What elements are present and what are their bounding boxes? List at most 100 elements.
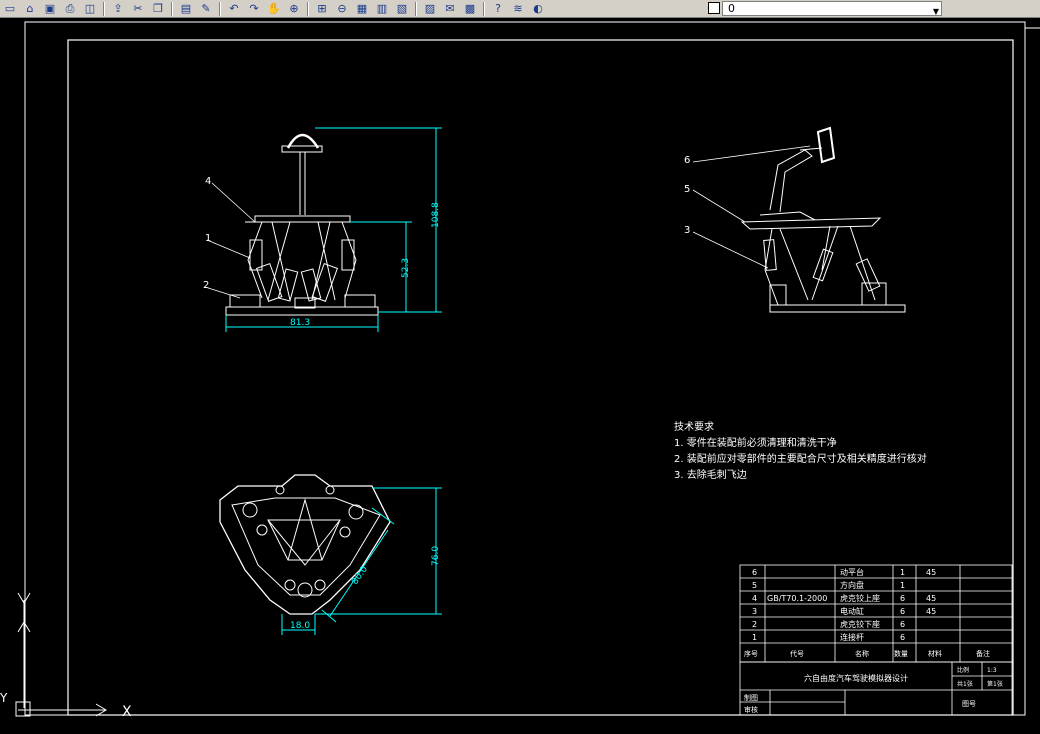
layer-color-swatch[interactable] <box>708 2 720 14</box>
top-height-dim: 76.0 <box>431 546 441 566</box>
title-block-title: 六自由度汽车驾驶模拟器设计 <box>804 673 908 683</box>
toolbar-separator <box>415 1 417 16</box>
tech-req-item-2: 2. 装配前应对零部件的主要配合尺寸及相关精度进行核对 <box>674 452 927 465</box>
drawing-canvas[interactable]: 81.3 108.8 52.3 4 1 2 6 5 3 76.0 80.0 18… <box>0 18 1040 734</box>
bom-cell: 1 <box>752 633 757 642</box>
bom-cell: 1 <box>900 581 905 590</box>
bom-cell: GB/T70.1-2000 <box>767 594 827 603</box>
viewport-border <box>24 21 1026 716</box>
bom-header-material: 材料 <box>928 649 942 658</box>
front-width-dim: 81.3 <box>290 318 310 328</box>
bom-cell: 虎克铰下座 <box>840 619 880 629</box>
ucs-x-label: X <box>122 704 132 720</box>
bom-header: 序号 代号 名称 数量 材料 备注 <box>744 649 990 658</box>
bom-cell: 虎克铰上座 <box>840 593 880 603</box>
layer-dropdown-value: 0 <box>728 2 735 15</box>
bom-header-no: 序号 <box>744 649 758 658</box>
layer-dropdown[interactable]: 0 ▼ <box>722 1 942 16</box>
print-icon[interactable]: ⎙ <box>61 1 79 17</box>
iso-view[interactable] <box>740 126 906 313</box>
balloon-1: 1 <box>205 233 211 244</box>
paste-icon[interactable]: ▤ <box>177 1 195 17</box>
layer-manager-icon[interactable]: ≋ <box>509 1 527 17</box>
design-center-icon[interactable]: ▥ <box>373 1 391 17</box>
tool-palettes-icon[interactable]: ▧ <box>393 1 411 17</box>
balloon-3: 3 <box>684 225 690 236</box>
sheet-value: 第1张 <box>987 680 1003 688</box>
balloon-5: 5 <box>684 184 690 195</box>
bom-cell: 6 <box>900 620 905 629</box>
front-leaders <box>204 182 256 299</box>
undo-icon[interactable]: ↶ <box>225 1 243 17</box>
checked-label: 审核 <box>744 705 758 714</box>
bom-table <box>739 564 1013 663</box>
plot-preview-icon[interactable]: ◫ <box>81 1 99 17</box>
ucs-icon <box>15 592 107 717</box>
bom-cell: 2 <box>752 620 757 629</box>
zoom-window-icon[interactable]: ⊞ <box>313 1 331 17</box>
tech-req-item-1: 1. 零件在装配前必须清理和清洗干净 <box>674 436 837 449</box>
bom-header-qty: 数量 <box>894 649 908 658</box>
markup-icon[interactable]: ✉ <box>441 1 459 17</box>
zoom-previous-icon[interactable]: ⊖ <box>333 1 351 17</box>
front-view-dimensions <box>225 127 442 332</box>
top-view-dimensions <box>281 487 442 635</box>
layer-state-icons[interactable]: ◐ <box>529 1 547 17</box>
help-icon[interactable]: ? <box>489 1 507 17</box>
scale-value: 1:3 <box>987 667 997 674</box>
zoom-realtime-icon[interactable]: ⊕ <box>285 1 303 17</box>
top-view[interactable] <box>219 474 391 615</box>
toolbar-separator <box>483 1 485 16</box>
new-icon[interactable]: ▭ <box>1 1 19 17</box>
chevron-down-icon[interactable]: ▼ <box>933 5 939 18</box>
pan-icon[interactable]: ✋ <box>265 1 283 17</box>
toolbar-separator <box>307 1 309 16</box>
copy-icon[interactable]: ❐ <box>149 1 167 17</box>
redo-icon[interactable]: ↷ <box>245 1 263 17</box>
top-width-dim: 18.0 <box>290 621 310 631</box>
properties-icon[interactable]: ▦ <box>353 1 371 17</box>
bom-cell: 5 <box>752 581 757 590</box>
bom-cell: 方向盘 <box>840 580 864 590</box>
scale-label: 比例 <box>957 666 969 674</box>
drawn-label: 制图 <box>744 693 758 702</box>
tech-req-title: 技术要求 <box>674 420 714 433</box>
match-properties-icon[interactable]: ✎ <box>197 1 215 17</box>
sheet-set-icon[interactable]: ▨ <box>421 1 439 17</box>
toolbar-separator <box>103 1 105 16</box>
front-height-dim-total: 108.8 <box>431 202 441 228</box>
open-icon[interactable]: ⌂ <box>21 1 39 17</box>
bom-header-name: 名称 <box>855 649 869 658</box>
balloon-2: 2 <box>203 280 209 291</box>
bom-cell: 6 <box>900 594 905 603</box>
toolbar-separator <box>171 1 173 16</box>
drawing-no-label: 图号 <box>962 700 976 708</box>
bom-cell: 45 <box>926 568 936 577</box>
bom-header-code: 代号 <box>790 649 804 658</box>
publish-icon[interactable]: ⇪ <box>109 1 127 17</box>
bom-cell: 45 <box>926 594 936 603</box>
cut-icon[interactable]: ✂ <box>129 1 147 17</box>
balloon-4: 4 <box>205 176 211 187</box>
toolbar-separator <box>219 1 221 16</box>
bom-cell: 45 <box>926 607 936 616</box>
drawing-frame <box>67 39 1014 716</box>
calculator-icon[interactable]: ▩ <box>461 1 479 17</box>
bom-cell: 电动缸 <box>840 606 864 616</box>
bom-cell: 6 <box>900 633 905 642</box>
bom-cell: 1 <box>900 568 905 577</box>
bom-cell: 3 <box>752 607 757 616</box>
top-diag-dim: 80.0 <box>350 564 370 586</box>
front-view[interactable] <box>225 133 379 316</box>
bom-cell: 4 <box>752 594 757 603</box>
tech-req-item-3: 3. 去除毛刺飞边 <box>674 468 747 481</box>
bom-cell: 6 <box>752 568 757 577</box>
iso-leaders <box>692 145 811 269</box>
tech-requirements: 技术要求 1. 零件在装配前必须清理和清洗干净 2. 装配前应对零部件的主要配合… <box>674 420 927 481</box>
sheet-label: 共1张 <box>957 680 973 688</box>
ucs-y-label: Y <box>0 691 8 705</box>
save-icon[interactable]: ▣ <box>41 1 59 17</box>
front-height-dim-lower: 52.3 <box>401 258 411 278</box>
bom-cell: 6 <box>900 607 905 616</box>
balloon-6: 6 <box>684 155 690 166</box>
